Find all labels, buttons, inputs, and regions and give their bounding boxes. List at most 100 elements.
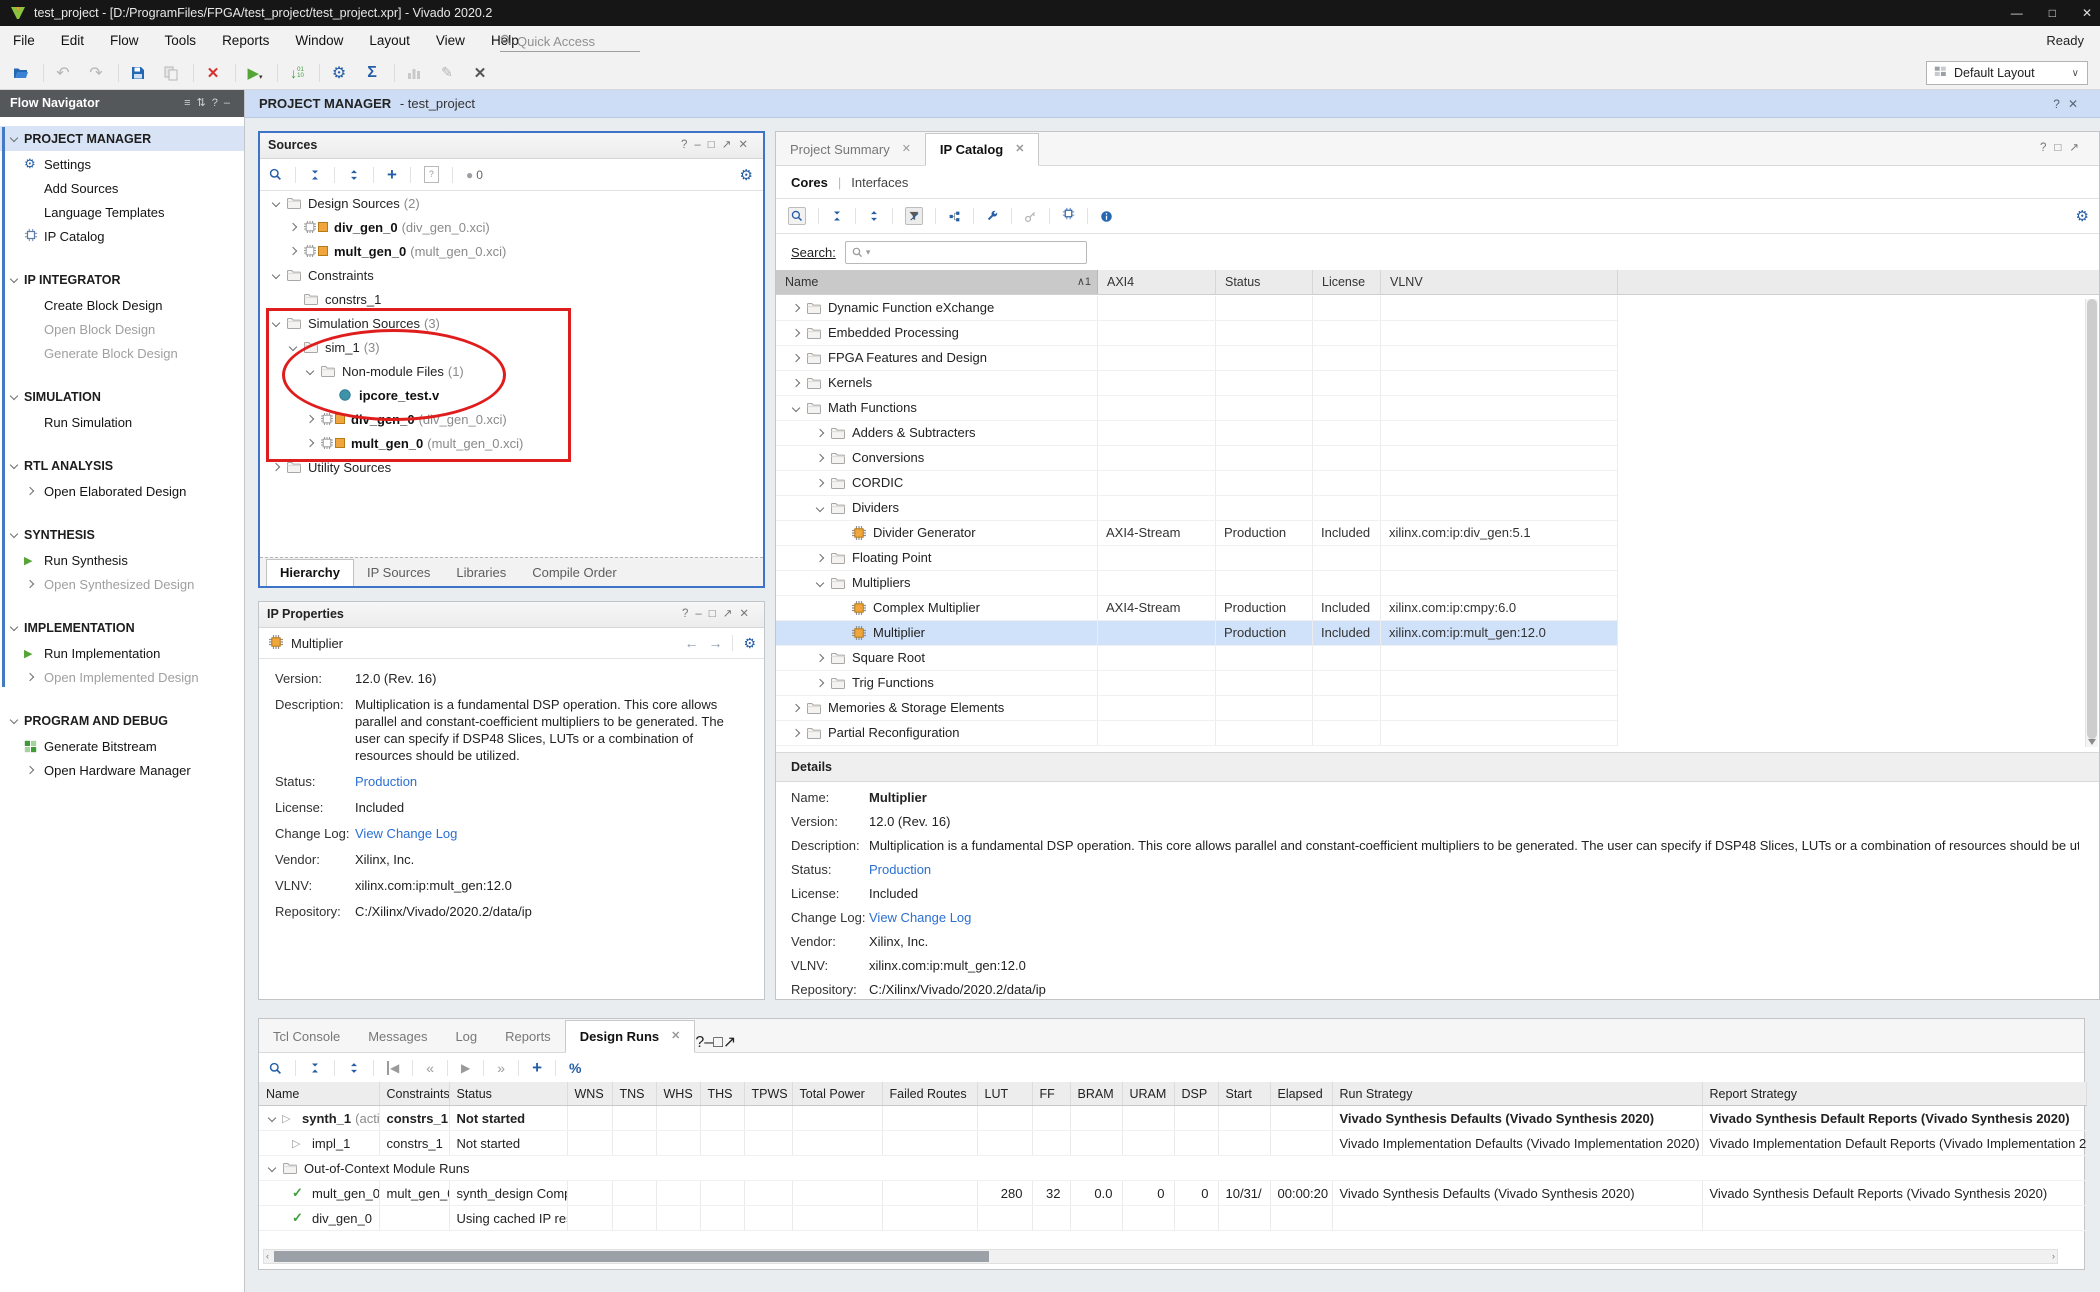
column-header-wns[interactable]: WNS (567, 1082, 612, 1106)
flow-nav-item-add-sources[interactable]: Add Sources (0, 177, 244, 199)
maximize-icon[interactable]: □ (709, 608, 723, 620)
menu-window[interactable]: Window (282, 26, 356, 56)
flow-nav-section-header-program-and-debug[interactable]: PROGRAM AND DEBUG (0, 708, 244, 733)
column-header-total-power[interactable]: Total Power (792, 1082, 882, 1106)
chevron-down-icon[interactable] (287, 341, 300, 354)
filter-icon[interactable] (905, 207, 923, 225)
menu-file[interactable]: File (0, 26, 48, 56)
column-header-lut[interactable]: LUT (977, 1082, 1032, 1106)
chevron-right-icon[interactable] (814, 677, 827, 690)
subtab-cores[interactable]: Cores (791, 175, 828, 190)
step-back-icon[interactable]: « (426, 1060, 434, 1076)
tab-hierarchy[interactable]: Hierarchy (266, 559, 354, 586)
float-icon[interactable]: ↗ (723, 608, 740, 620)
ip-catalog-row-dynamic-function-exchange[interactable]: Dynamic Function eXchange (776, 296, 2099, 321)
flow-nav-item-open-implemented-design[interactable]: Open Implemented Design (0, 666, 244, 688)
tab-design-runs[interactable]: Design Runs✕ (565, 1020, 696, 1053)
source-tree-item-constraints[interactable]: Constraints (260, 263, 763, 287)
chevron-right-icon[interactable] (790, 352, 803, 365)
menu-layout[interactable]: Layout (356, 26, 423, 56)
flow-nav-section-header-ip-integrator[interactable]: IP INTEGRATOR (0, 267, 244, 292)
close-icon[interactable]: ✕ (902, 134, 911, 165)
ip-catalog-row-square-root[interactable]: Square Root (776, 646, 2099, 671)
flow-nav-item-run-simulation[interactable]: Run Simulation (0, 411, 244, 433)
column-header-run-strategy[interactable]: Run Strategy (1332, 1082, 1702, 1106)
source-tree-item-div-gen-0[interactable]: div_gen_0(div_gen_0.xci) (260, 215, 763, 239)
ip-catalog-row-math-functions[interactable]: Math Functions (776, 396, 2099, 421)
menu-reports[interactable]: Reports (209, 26, 282, 56)
column-header-status[interactable]: Status (449, 1082, 567, 1106)
play-icon[interactable]: ▶ (461, 1061, 470, 1075)
menu-view[interactable]: View (423, 26, 478, 56)
step-first-icon[interactable]: ◀ (387, 1061, 399, 1075)
ip-catalog-row-cordic[interactable]: CORDIC (776, 471, 2099, 496)
tab-reports[interactable]: Reports (491, 1021, 565, 1052)
gear-icon[interactable]: ⚙ (740, 166, 753, 184)
chevron-down-icon[interactable] (814, 577, 827, 590)
maximize-icon[interactable]: □ (2054, 142, 2069, 154)
expand-icon[interactable] (348, 169, 360, 181)
chevron-down-icon[interactable] (266, 1162, 279, 1175)
column-header-license[interactable]: License (1313, 270, 1381, 294)
chevron-down-icon[interactable] (270, 269, 283, 282)
chevron-down-icon[interactable] (270, 317, 283, 330)
layout-selector[interactable]: Default Layout ∨ (1926, 61, 2088, 85)
minimize-icon[interactable]: – (704, 1034, 713, 1051)
wrench-icon[interactable] (986, 210, 999, 223)
minimize-icon[interactable]: – (694, 139, 707, 151)
column-header-axi4[interactable]: AXI4 (1098, 270, 1216, 294)
info-icon[interactable] (1100, 210, 1113, 223)
ip-catalog-row-multiplier[interactable]: MultiplierProductionIncludedxilinx.com:i… (776, 621, 2099, 646)
minimize-icon[interactable]: – (695, 608, 708, 620)
toolbar-open-recent-button[interactable] (8, 61, 34, 85)
add-icon[interactable]: + (387, 165, 397, 185)
toolbar-save-button[interactable] (125, 61, 151, 85)
step-forward-icon[interactable]: » (497, 1060, 505, 1076)
scrollbar-thumb[interactable] (274, 1251, 989, 1262)
menu-edit[interactable]: Edit (48, 26, 97, 56)
collapse-icon[interactable] (309, 169, 321, 181)
tab-ip-sources[interactable]: IP Sources (354, 560, 443, 586)
ip-search-input[interactable]: ▾ (845, 241, 1087, 264)
help-icon[interactable]: ? (695, 1034, 704, 1051)
scroll-down-arrow-icon[interactable] (2088, 739, 2096, 745)
flow-nav-section-header-simulation[interactable]: SIMULATION (0, 384, 244, 409)
column-header-name[interactable]: Name (259, 1082, 379, 1106)
help-icon[interactable]: ? (2040, 142, 2054, 154)
toolbar-redo-button[interactable]: ↷ (83, 61, 109, 85)
chevron-down-icon[interactable] (266, 1112, 279, 1125)
flow-nav-item-generate-block-design[interactable]: Generate Block Design (0, 342, 244, 364)
tab-compile-order[interactable]: Compile Order (519, 560, 630, 586)
ip-catalog-row-multipliers[interactable]: Multipliers (776, 571, 2099, 596)
link-production[interactable]: Production (355, 773, 747, 790)
column-header-bram[interactable]: BRAM (1070, 1082, 1122, 1106)
ip-catalog-row-floating-point[interactable]: Floating Point (776, 546, 2099, 571)
flow-nav-item-language-templates[interactable]: Language Templates (0, 201, 244, 223)
chevron-right-icon[interactable] (304, 413, 317, 426)
ip-catalog-row-complex-multiplier[interactable]: Complex MultiplierAXI4-StreamProductionI… (776, 596, 2099, 621)
flow-nav-item-ip-catalog[interactable]: IP Catalog (0, 225, 244, 247)
expand-icon[interactable] (348, 1062, 360, 1074)
search-icon[interactable] (788, 207, 806, 225)
column-header-vlnv[interactable]: VLNV (1381, 270, 1618, 294)
chevron-right-icon[interactable] (287, 245, 300, 258)
column-header-tns[interactable]: TNS (612, 1082, 656, 1106)
search-icon[interactable] (269, 1062, 282, 1075)
chevron-right-icon[interactable] (814, 477, 827, 490)
source-tree-item-utility-sources[interactable]: Utility Sources (260, 455, 763, 479)
link-view-change-log[interactable]: View Change Log (869, 909, 2079, 926)
source-tree-item-ipcore-test-v[interactable]: ipcore_test.v (260, 383, 763, 407)
close-icon[interactable]: ✕ (1015, 134, 1024, 165)
maximize-icon[interactable]: □ (713, 1034, 723, 1051)
maximize-icon[interactable]: □ (708, 139, 722, 151)
column-header-elapsed[interactable]: Elapsed (1270, 1082, 1332, 1106)
design-run-row-impl-1[interactable]: ▷impl_1constrs_1Not startedVivado Implem… (259, 1131, 2086, 1156)
back-icon[interactable]: ← (684, 635, 698, 651)
column-header-uram[interactable]: URAM (1122, 1082, 1174, 1106)
tab-libraries[interactable]: Libraries (443, 560, 519, 586)
toolbar-sum-reports-button[interactable]: Σ (359, 61, 385, 85)
flow-nav-item-open-block-design[interactable]: Open Block Design (0, 318, 244, 340)
tab-tcl-console[interactable]: Tcl Console (259, 1021, 354, 1052)
tab-messages[interactable]: Messages (354, 1021, 441, 1052)
flow-nav-item-open-synthesized-design[interactable]: Open Synthesized Design (0, 573, 244, 595)
